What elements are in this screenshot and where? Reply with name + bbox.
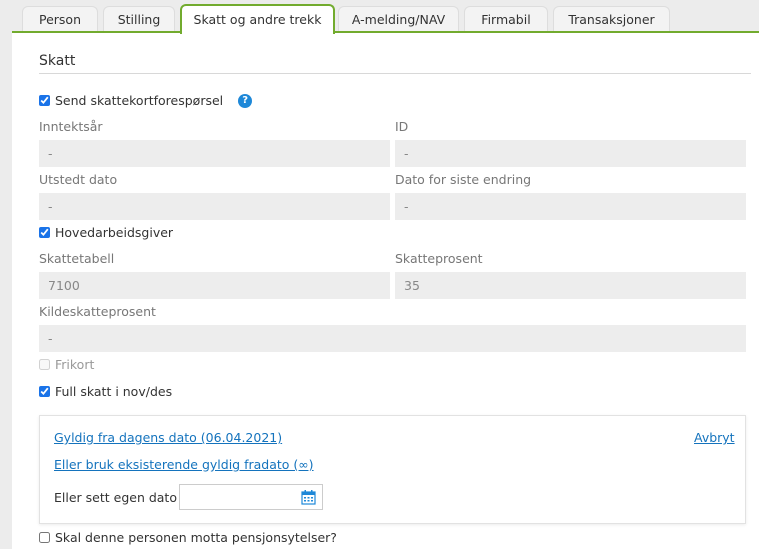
frikort-checkbox: Frikort — [39, 357, 94, 372]
skatteprosent-label: Skatteprosent — [395, 251, 483, 266]
valid-from-today-link[interactable]: Gyldig fra dagens dato (06.04.2021) — [54, 430, 282, 445]
divider — [39, 73, 751, 74]
utstedt-label: Utstedt dato — [39, 172, 118, 187]
id-label: ID — [395, 119, 409, 134]
section-title: Skatt — [39, 53, 76, 69]
help-icon[interactable]: ? — [238, 93, 253, 108]
kildeskatt-field: - — [39, 325, 746, 352]
kildeskatt-label: Kildeskatteprosent — [39, 304, 156, 319]
full-skatt-checkbox[interactable]: Full skatt i nov/des — [39, 384, 172, 399]
send-request-checkbox[interactable]: Send skattekortforespørsel? — [39, 93, 253, 108]
full-skatt-label: Full skatt i nov/des — [55, 384, 173, 399]
pension-label: Skal denne personen motta pensjonsytelse… — [55, 530, 337, 545]
skattetabell-field: 7100 — [39, 272, 390, 299]
use-existing-date-link[interactable]: Eller bruk eksisterende gyldig fradato (… — [54, 457, 314, 472]
own-date-label: Eller sett egen dato — [54, 490, 177, 505]
utstedt-field: - — [39, 193, 390, 220]
pension-checkbox[interactable]: Skal denne personen motta pensjonsytelse… — [39, 530, 337, 545]
inntektsar-label: Inntektsår — [39, 119, 103, 134]
cancel-link[interactable]: Avbryt — [694, 430, 735, 445]
skattetabell-label: Skattetabell — [39, 251, 115, 266]
siste-endring-field: - — [395, 193, 746, 220]
hovedarbeidsgiver-checkbox[interactable]: Hovedarbeidsgiver — [39, 225, 173, 240]
skatteprosent-field: 35 — [395, 272, 746, 299]
hovedarbeidsgiver-label: Hovedarbeidsgiver — [55, 225, 174, 240]
calendar-icon[interactable] — [301, 489, 316, 505]
inntektsar-field: - — [39, 140, 390, 167]
siste-endring-label: Dato for siste endring — [395, 172, 532, 187]
send-request-label: Send skattekortforespørsel — [55, 93, 224, 108]
frikort-label: Frikort — [55, 357, 95, 372]
own-date-input[interactable] — [179, 484, 323, 510]
id-field: - — [395, 140, 746, 167]
